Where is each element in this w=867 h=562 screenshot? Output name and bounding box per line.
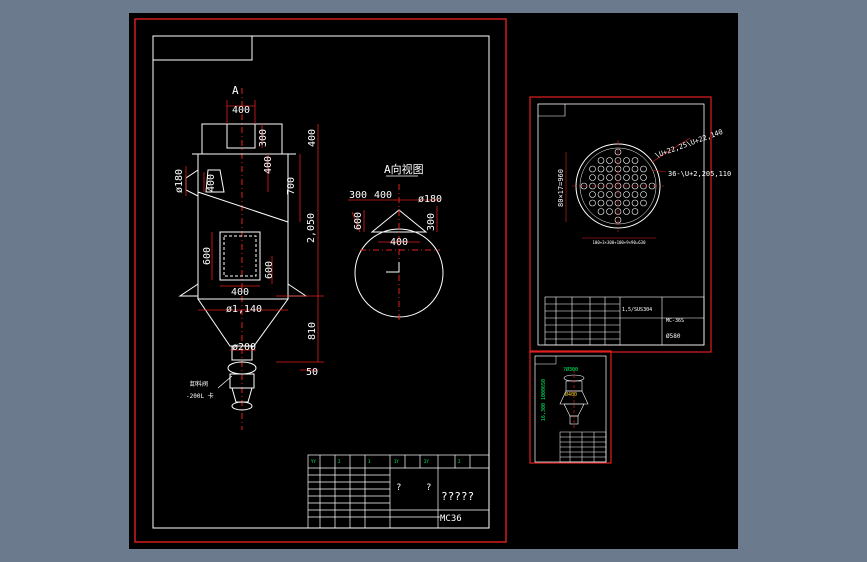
- drawing-svg: A 400 300 400 400 700 2,050 ø180 400 600…: [129, 13, 738, 549]
- a-dim-400: 400: [374, 190, 392, 201]
- dim-outlet-dia: ø200: [232, 342, 256, 353]
- tb-code: MC36: [440, 514, 462, 524]
- a-view-title: A向视图: [384, 162, 424, 176]
- view-letter-a: A: [232, 84, 239, 97]
- valve-label-2: -200L 卡: [186, 392, 214, 400]
- svg-text:1Y: 1Y: [394, 459, 399, 464]
- dim-total-h: 2,050: [306, 213, 317, 243]
- dim-right-600: 600: [264, 261, 275, 279]
- dim-inlet-400: 400: [206, 174, 217, 192]
- tb-q2: ?: [426, 483, 431, 493]
- cad-drawing-canvas[interactable]: A 400 300 400 400 700 2,050 ø180 400 600…: [0, 0, 867, 562]
- s2-bottom-dim: 100+3×300+100+9×90=630: [593, 240, 647, 245]
- svg-text:YY: YY: [311, 459, 316, 464]
- a-dim-300: 300: [349, 190, 367, 201]
- s2-material: 1,5/SUS304: [622, 307, 652, 313]
- s3-top-label: ?Ø300: [563, 366, 578, 373]
- dim-top-width: 400: [232, 105, 250, 116]
- a-dim-300b: 300: [426, 213, 437, 231]
- s2-note-2: 36-\U+2,205,110: [668, 170, 731, 178]
- s3-label2: Ø400: [565, 391, 577, 398]
- dim-nozzle-h: 300: [258, 129, 269, 147]
- a-dim-600: 600: [353, 212, 364, 230]
- s2-code: MC-36S: [666, 318, 684, 324]
- dim-window-w: 400: [231, 287, 249, 298]
- dim-window-h: 600: [202, 247, 213, 265]
- s2-dia: Ø580: [666, 333, 681, 340]
- model-space: [129, 13, 738, 549]
- s3-side: 16,300 1000650: [541, 379, 547, 421]
- tb-title: ?????: [441, 490, 474, 503]
- dim-inner-400: 400: [263, 156, 274, 174]
- valve-label-1: 卸料阀: [190, 380, 208, 388]
- dim-inlet-dia: ø180: [174, 169, 185, 193]
- a-dim-180: ø180: [418, 194, 442, 205]
- dim-gap-h: 400: [307, 129, 318, 147]
- s2-vertical-dim: 80×17=960: [557, 169, 565, 207]
- dim-body-seg: 700: [286, 177, 297, 195]
- a-dim-400b: 400: [390, 237, 408, 248]
- tb-q1: ?: [396, 483, 401, 493]
- dim-flange: 50: [306, 367, 318, 378]
- dim-cone-h: 810: [307, 322, 318, 340]
- svg-text:2Y: 2Y: [424, 459, 429, 464]
- dim-body-dia: ø1,140: [226, 304, 262, 315]
